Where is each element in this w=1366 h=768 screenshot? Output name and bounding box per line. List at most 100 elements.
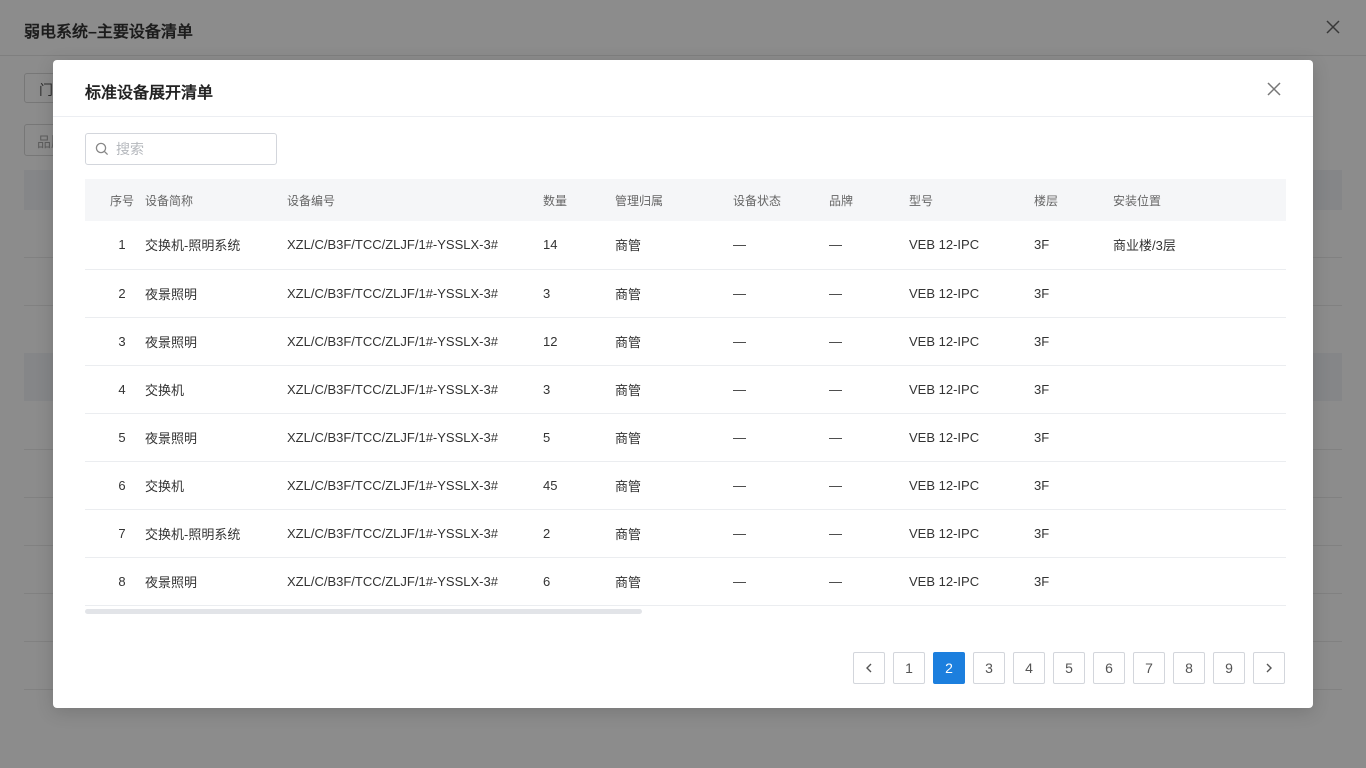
cell-model: VEB 12-IPC: [909, 333, 980, 349]
cell-location: [1113, 461, 1286, 509]
column-header-short-name: 设备简称: [145, 193, 194, 208]
cell-status: —: [733, 381, 746, 397]
cell-qty: 2: [543, 525, 551, 541]
cell-qty: 14: [543, 237, 558, 253]
column-header-owner: 管理归属: [615, 193, 664, 208]
modal-header: 标准设备展开清单: [53, 60, 1313, 117]
cell-owner: 商管: [615, 382, 642, 398]
cell-short-name: 夜景照明: [145, 286, 198, 302]
cell-floor: 3F: [1034, 429, 1050, 445]
cell-floor: 3F: [1034, 285, 1050, 301]
column-header-qty: 数量: [543, 193, 568, 208]
cell-location: [1113, 557, 1286, 605]
cell-brand: —: [829, 573, 842, 589]
cell-location: [1113, 365, 1286, 413]
cell-brand: —: [829, 237, 842, 253]
cell-floor: 3F: [1034, 237, 1050, 253]
modal-title: 标准设备展开清单: [85, 85, 214, 102]
cell-owner: 商管: [615, 430, 642, 446]
search-input[interactable]: [116, 135, 272, 163]
cell-brand: —: [829, 285, 842, 301]
cell-code: XZL/C/B3F/TCC/ZLJF/1#-YSSLX-3#: [287, 525, 498, 541]
cell-code: XZL/C/B3F/TCC/ZLJF/1#-YSSLX-3#: [287, 477, 498, 493]
page-button-2[interactable]: 2: [933, 652, 965, 684]
cell-floor: 3F: [1034, 477, 1050, 493]
cell-status: —: [733, 333, 746, 349]
cell-qty: 6: [543, 573, 551, 589]
cell-qty: 12: [543, 333, 558, 349]
cell-owner: 商管: [615, 526, 642, 542]
prev-page-button[interactable]: [853, 652, 885, 684]
cell-location: 商业楼/3层: [1113, 238, 1176, 254]
column-header-model: 型号: [909, 193, 934, 208]
cell-code: XZL/C/B3F/TCC/ZLJF/1#-YSSLX-3#: [287, 429, 498, 445]
cell-qty: 5: [543, 429, 551, 445]
column-header-floor: 楼层: [1034, 193, 1059, 208]
pagination: 123456789: [853, 652, 1285, 684]
cell-model: VEB 12-IPC: [909, 429, 980, 445]
cell-index: 3: [118, 333, 126, 349]
cell-short-name: 夜景照明: [145, 430, 198, 446]
device-table: 序号 设备简称 设备编号 数量 管理归属 设备状态 品牌 型号 楼层 安装位置 …: [85, 179, 1286, 606]
cell-model: VEB 12-IPC: [909, 285, 980, 301]
page-button-1[interactable]: 1: [893, 652, 925, 684]
cell-model: VEB 12-IPC: [909, 381, 980, 397]
cell-owner: 商管: [615, 238, 642, 254]
cell-short-name: 交换机: [145, 478, 185, 494]
cell-owner: 商管: [615, 574, 642, 590]
cell-status: —: [733, 477, 746, 493]
column-header-index: 序号: [109, 193, 134, 208]
next-page-button[interactable]: [1253, 652, 1285, 684]
table-row[interactable]: 5 夜景照明 XZL/C/B3F/TCC/ZLJF/1#-YSSLX-3# 5 商管 — —…: [85, 413, 1286, 461]
page-button-6[interactable]: 6: [1093, 652, 1125, 684]
cell-model: VEB 12-IPC: [909, 525, 980, 541]
cell-brand: —: [829, 429, 842, 445]
page-button-3[interactable]: 3: [973, 652, 1005, 684]
page-button-4[interactable]: 4: [1013, 652, 1045, 684]
cell-status: —: [733, 285, 746, 301]
cell-brand: —: [829, 381, 842, 397]
cell-short-name: 交换机: [145, 382, 185, 398]
page-button-7[interactable]: 7: [1133, 652, 1165, 684]
table-header-row: 序号 设备简称 设备编号 数量 管理归属 设备状态 品牌 型号 楼层 安装位置: [85, 179, 1286, 221]
cell-floor: 3F: [1034, 525, 1050, 541]
cell-brand: —: [829, 525, 842, 541]
column-header-brand: 品牌: [829, 193, 854, 208]
table-row[interactable]: 7 交换机-照明系统 XZL/C/B3F/TCC/ZLJF/1#-YSSLX-3# 2…: [85, 509, 1286, 557]
cell-index: 5: [118, 429, 126, 445]
table-row[interactable]: 3 夜景照明 XZL/C/B3F/TCC/ZLJF/1#-YSSLX-3# 12 商管 —…: [85, 317, 1286, 365]
cell-index: 7: [118, 525, 126, 541]
cell-floor: 3F: [1034, 333, 1050, 349]
cell-location: [1113, 317, 1286, 365]
cell-qty: 3: [543, 285, 551, 301]
cell-index: 2: [118, 285, 126, 301]
table-row[interactable]: 2 夜景照明 XZL/C/B3F/TCC/ZLJF/1#-YSSLX-3# 3 商管 — —…: [85, 269, 1286, 317]
cell-index: 6: [118, 477, 126, 493]
cell-qty: 45: [543, 477, 558, 493]
cell-code: XZL/C/B3F/TCC/ZLJF/1#-YSSLX-3#: [287, 237, 498, 253]
cell-brand: —: [829, 477, 842, 493]
page-button-5[interactable]: 5: [1053, 652, 1085, 684]
table-row[interactable]: 6 交换机 XZL/C/B3F/TCC/ZLJF/1#-YSSLX-3# 45 商管 — —…: [85, 461, 1286, 509]
horizontal-scrollbar[interactable]: [85, 609, 642, 614]
page-button-8[interactable]: 8: [1173, 652, 1205, 684]
cell-brand: —: [829, 333, 842, 349]
cell-short-name: 夜景照明: [145, 574, 198, 590]
table-row[interactable]: 8 夜景照明 XZL/C/B3F/TCC/ZLJF/1#-YSSLX-3# 6 商管 — —…: [85, 557, 1286, 605]
cell-location: [1113, 413, 1286, 461]
cell-floor: 3F: [1034, 381, 1050, 397]
column-header-location: 安装位置: [1113, 193, 1162, 208]
page-button-9[interactable]: 9: [1213, 652, 1245, 684]
table-row[interactable]: 1 交换机-照明系统 XZL/C/B3F/TCC/ZLJF/1#-YSSLX-3# 1…: [85, 221, 1286, 269]
table-row[interactable]: 4 交换机 XZL/C/B3F/TCC/ZLJF/1#-YSSLX-3# 3 商管 — — V…: [85, 365, 1286, 413]
cell-owner: 商管: [615, 478, 642, 494]
close-icon[interactable]: [1263, 78, 1285, 100]
column-header-status: 设备状态: [733, 193, 782, 208]
chevron-left-icon: [866, 663, 872, 673]
search-icon: [95, 142, 109, 156]
cell-code: XZL/C/B3F/TCC/ZLJF/1#-YSSLX-3#: [287, 573, 498, 589]
search-box[interactable]: [85, 133, 277, 165]
cell-short-name: 交换机-照明系统: [145, 238, 241, 254]
cell-index: 1: [118, 237, 126, 253]
cell-owner: 商管: [615, 334, 642, 350]
